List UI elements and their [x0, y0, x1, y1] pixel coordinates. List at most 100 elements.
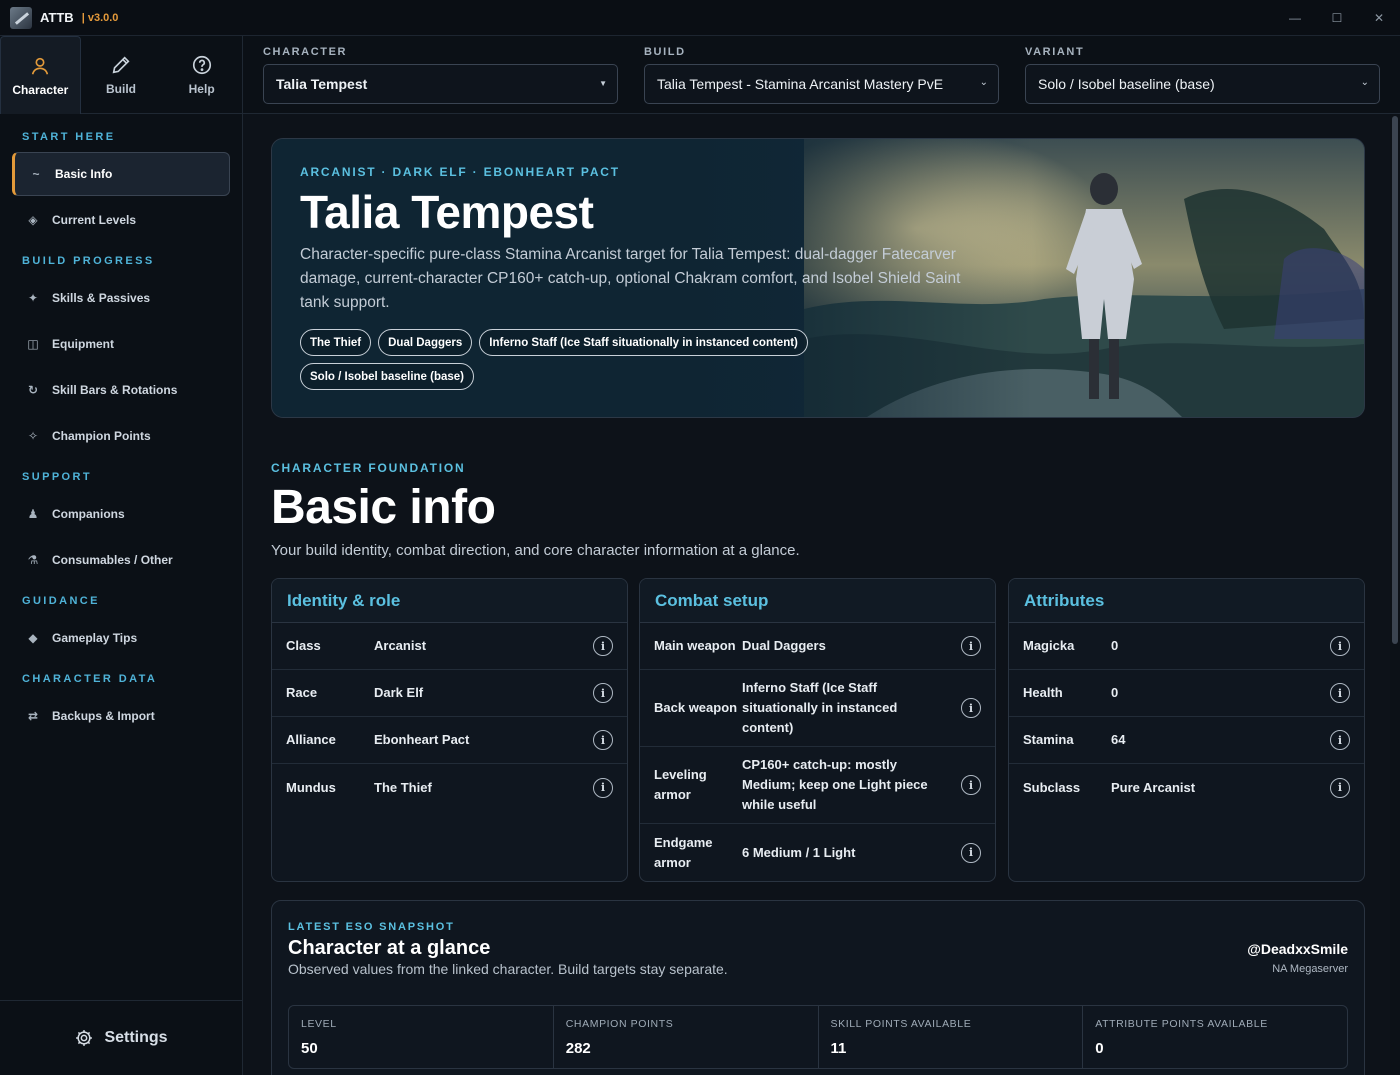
book-icon: ◫: [27, 337, 39, 351]
combat-setup-card: Combat setup Main weapon Dual Daggers i …: [639, 578, 996, 882]
sidebar-item-consumables-other[interactable]: ⚗ Consumables / Other: [12, 538, 230, 582]
swap-arrows-icon: ⇄: [27, 709, 39, 723]
sidebar-item-current-levels[interactable]: ◈ Current Levels: [12, 198, 230, 242]
sidebar-item-equipment[interactable]: ◫ Equipment: [12, 322, 230, 366]
variant-selector-group: VARIANT Solo / Isobel baseline (base) ⌄: [1025, 46, 1380, 104]
sidebar-item-skills-passives[interactable]: ✦ Skills & Passives: [12, 276, 230, 320]
sidebar-item-label: Equipment: [52, 337, 114, 351]
sidebar-item-backups-import[interactable]: ⇄ Backups & Import: [12, 694, 230, 738]
topnav-label: Character: [12, 82, 69, 97]
info-icon[interactable]: i: [961, 775, 981, 795]
info-icon[interactable]: i: [1330, 636, 1350, 656]
server-name: NA Megaserver: [1272, 963, 1348, 975]
help-circle-icon: [192, 55, 211, 75]
tilde-icon: ~: [32, 167, 40, 181]
card-title: Attributes: [1009, 579, 1364, 623]
info-row-main-weapon: Main weapon Dual Daggers i: [640, 623, 995, 670]
info-row-alliance: Alliance Ebonheart Pact i: [272, 717, 627, 764]
info-row-subclass: Subclass Pure Arcanist i: [1009, 764, 1364, 811]
row-key: Alliance: [286, 732, 336, 747]
info-row-health: Health 0 i: [1009, 670, 1364, 717]
build-selector-group: BUILD Talia Tempest - Stamina Arcanist M…: [644, 46, 999, 104]
sidebar-item-companions[interactable]: ♟ Companions: [12, 492, 230, 536]
variant-selector-label: VARIANT: [1025, 46, 1085, 58]
sidebar: Character Build Help START HERE ~ Basic …: [0, 36, 243, 1075]
account-name: @DeadxxSmile: [1247, 941, 1348, 957]
chip-back-weapon: Inferno Staff (Ice Staff situationally i…: [479, 329, 808, 356]
nav-heading-support: SUPPORT: [22, 471, 92, 483]
minimize-button[interactable]: —: [1274, 0, 1316, 36]
topnav-character[interactable]: Character: [0, 36, 81, 114]
character-select[interactable]: Talia Tempest ▼: [263, 64, 618, 104]
info-row-back-weapon: Back weapon Inferno Staff (Ice Staff sit…: [640, 670, 995, 747]
nav-heading-start-here: START HERE: [22, 131, 116, 143]
info-icon[interactable]: i: [961, 636, 981, 656]
info-row-stamina: Stamina 64 i: [1009, 717, 1364, 764]
build-select[interactable]: Talia Tempest - Stamina Arcanist Mastery…: [644, 64, 999, 104]
stat-skill-points: SKILL POINTS AVAILABLE 11: [819, 1006, 1084, 1068]
chip-variant: Solo / Isobel baseline (base): [300, 363, 475, 390]
info-icon[interactable]: i: [593, 777, 613, 798]
info-icon[interactable]: i: [1330, 683, 1350, 703]
main-content: ARCANIST · DARK ELF · EBONHEART PACT Tal…: [243, 114, 1390, 1075]
row-value: Inferno Staff (Ice Staff situationally i…: [742, 680, 898, 735]
settings-button[interactable]: Settings: [0, 1000, 242, 1075]
nav-heading-guidance: GUIDANCE: [22, 595, 100, 607]
info-icon[interactable]: i: [961, 842, 981, 863]
scrollbar-thumb[interactable]: [1392, 116, 1398, 644]
hero-banner: ARCANIST · DARK ELF · EBONHEART PACT Tal…: [271, 138, 1365, 418]
sidebar-item-gameplay-tips[interactable]: ◆ Gameplay Tips: [12, 616, 230, 660]
chevron-down-icon: ⌄: [1360, 77, 1369, 88]
info-row-magicka: Magicka 0 i: [1009, 623, 1364, 670]
row-value: 0: [1111, 685, 1119, 700]
variant-select[interactable]: Solo / Isobel baseline (base) ⌄: [1025, 64, 1380, 104]
topnav-help[interactable]: Help: [161, 36, 242, 114]
row-key: Health: [1023, 685, 1063, 700]
star-outline-icon: ✧: [27, 429, 39, 443]
stat-value: 11: [830, 1040, 847, 1057]
row-value: Ebonheart Pact: [374, 732, 470, 747]
row-key: Endgame armor: [654, 834, 713, 870]
diamond-filled-icon: ◆: [28, 631, 38, 645]
chip-mundus: The Thief: [300, 329, 372, 356]
build-selector-label: BUILD: [644, 46, 686, 58]
close-button[interactable]: ✕: [1358, 0, 1400, 36]
row-key: Class: [286, 638, 321, 653]
info-icon[interactable]: i: [1330, 730, 1350, 750]
sidebar-item-label: Current Levels: [52, 213, 137, 227]
stat-champion-points: CHAMPION POINTS 282: [554, 1006, 819, 1068]
snapshot-stats: LEVEL 50 CHAMPION POINTS 282 SKILL POINT…: [288, 1005, 1348, 1069]
sidebar-item-champion-points[interactable]: ✧ Champion Points: [12, 414, 230, 458]
sidebar-item-label: Companions: [52, 507, 125, 521]
row-key: Stamina: [1023, 732, 1074, 747]
sidebar-item-label: Skill Bars & Rotations: [52, 383, 178, 397]
selector-bar: CHARACTER Talia Tempest ▼ BUILD Talia Te…: [243, 36, 1400, 114]
info-icon[interactable]: i: [593, 683, 613, 703]
sidebar-item-label: Basic Info: [55, 167, 113, 181]
rotate-icon: ↻: [27, 383, 39, 397]
info-icon[interactable]: i: [593, 636, 613, 656]
maximize-button[interactable]: ☐: [1316, 0, 1358, 36]
person-icon: ♟: [27, 507, 39, 521]
info-icon[interactable]: i: [1330, 777, 1350, 798]
chevron-down-icon: ⌄: [979, 77, 988, 88]
sparkle-icon: ✦: [27, 291, 39, 305]
stat-label: CHAMPION POINTS: [565, 1018, 674, 1030]
topnav-build[interactable]: Build: [81, 36, 162, 114]
variant-select-value: Solo / Isobel baseline (base): [1038, 76, 1215, 92]
character-select-value: Talia Tempest: [276, 76, 368, 92]
row-key: Leveling armor: [654, 767, 707, 802]
info-icon[interactable]: i: [593, 730, 613, 750]
sidebar-item-basic-info[interactable]: ~ Basic Info: [12, 152, 230, 196]
row-value: Pure Arcanist: [1111, 779, 1196, 795]
hero-content: ARCANIST · DARK ELF · EBONHEART PACT Tal…: [300, 165, 980, 397]
sidebar-item-skill-bars-rotations[interactable]: ↻ Skill Bars & Rotations: [12, 368, 230, 412]
settings-label: Settings: [104, 1029, 168, 1046]
row-value: 6 Medium / 1 Light: [742, 844, 856, 860]
info-icon[interactable]: i: [961, 698, 981, 718]
identity-role-card: Identity & role Class Arcanist i Race Da…: [271, 578, 628, 882]
eso-snapshot-panel: LATEST ESO SNAPSHOT Character at a glanc…: [271, 900, 1365, 1075]
top-nav: Character Build Help: [0, 36, 242, 114]
stat-value: 0: [1095, 1040, 1104, 1057]
nav-heading-build-progress: BUILD PROGRESS: [22, 255, 155, 267]
